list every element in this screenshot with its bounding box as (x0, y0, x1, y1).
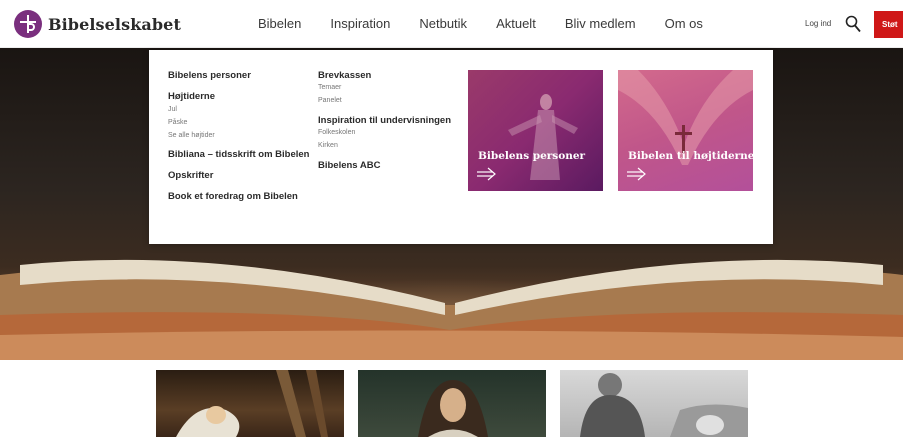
nav-item-bibelen[interactable]: Bibelen (258, 16, 301, 31)
open-bible-image (0, 259, 903, 360)
prophet-engraving-image (580, 373, 748, 437)
card-title: Bibelen til højtiderne (628, 150, 753, 162)
link-brevkassen[interactable]: Brevkassen (318, 70, 451, 81)
thumbnail-angel[interactable] (156, 370, 344, 437)
arrow-right-icon (627, 167, 646, 181)
link-kirken[interactable]: Kirken (318, 142, 451, 149)
nav-item-inspiration[interactable]: Inspiration (330, 16, 390, 31)
link-bibelens-abc[interactable]: Bibelens ABC (318, 160, 451, 171)
dropdown-column-1: Bibelens personer Højtiderne Jul Påske S… (168, 70, 309, 202)
logo-icon (14, 10, 42, 38)
link-paske[interactable]: Påske (168, 119, 309, 126)
nav-item-bliv-medlem[interactable]: Bliv medlem (565, 16, 636, 31)
card-bibelen-til-hojtiderne[interactable]: Bibelen til højtiderne (618, 70, 753, 191)
link-opskrifter[interactable]: Opskrifter (168, 170, 309, 181)
nav-item-netbutik[interactable]: Netbutik (419, 16, 467, 31)
dropdown-column-2: Brevkassen Temaer Panelet Inspiration ti… (318, 70, 451, 171)
link-bibliana[interactable]: Bibliana – tidsskrift om Bibelen (168, 149, 309, 160)
link-panelet[interactable]: Panelet (318, 97, 451, 104)
link-book-foredrag[interactable]: Book et foredrag om Bibelen (168, 191, 309, 202)
page: Bibelselskabet Bibelen Inspiration Netbu… (0, 0, 903, 437)
link-se-alle-hojtider[interactable]: Se alle højtider (168, 132, 309, 139)
link-bibelens-personer[interactable]: Bibelens personer (168, 70, 309, 81)
link-jul[interactable]: Jul (168, 106, 309, 113)
angel-image (176, 370, 328, 437)
link-folkeskolen[interactable]: Folkeskolen (318, 129, 451, 136)
thumbnail-jesus[interactable] (358, 370, 546, 437)
nav-item-om-os[interactable]: Om os (665, 16, 703, 31)
logo-text: Bibelselskabet (48, 14, 181, 34)
link-hojtiderne[interactable]: Højtiderne (168, 91, 309, 102)
login-link[interactable]: Log ind (805, 19, 831, 28)
jesus-portrait-image (418, 380, 488, 437)
search-icon[interactable] (845, 15, 861, 33)
card-bibelens-personer[interactable]: Bibelens personer (468, 70, 603, 191)
site-header: Bibelselskabet Bibelen Inspiration Netbu… (0, 0, 903, 48)
arrow-right-icon (477, 167, 496, 181)
nav-item-aktuelt[interactable]: Aktuelt (496, 16, 536, 31)
inspiration-dropdown: Bibelens personer Højtiderne Jul Påske S… (149, 50, 773, 244)
logo[interactable]: Bibelselskabet (14, 10, 181, 38)
link-temaer[interactable]: Temaer (318, 84, 451, 91)
thumbnail-prophet[interactable] (560, 370, 748, 437)
support-button[interactable]: Støt (874, 11, 903, 38)
card-title: Bibelens personer (478, 150, 586, 162)
main-nav: Bibelen Inspiration Netbutik Aktuelt Bli… (258, 16, 732, 31)
link-inspiration-undervisning[interactable]: Inspiration til undervisningen (318, 115, 451, 126)
